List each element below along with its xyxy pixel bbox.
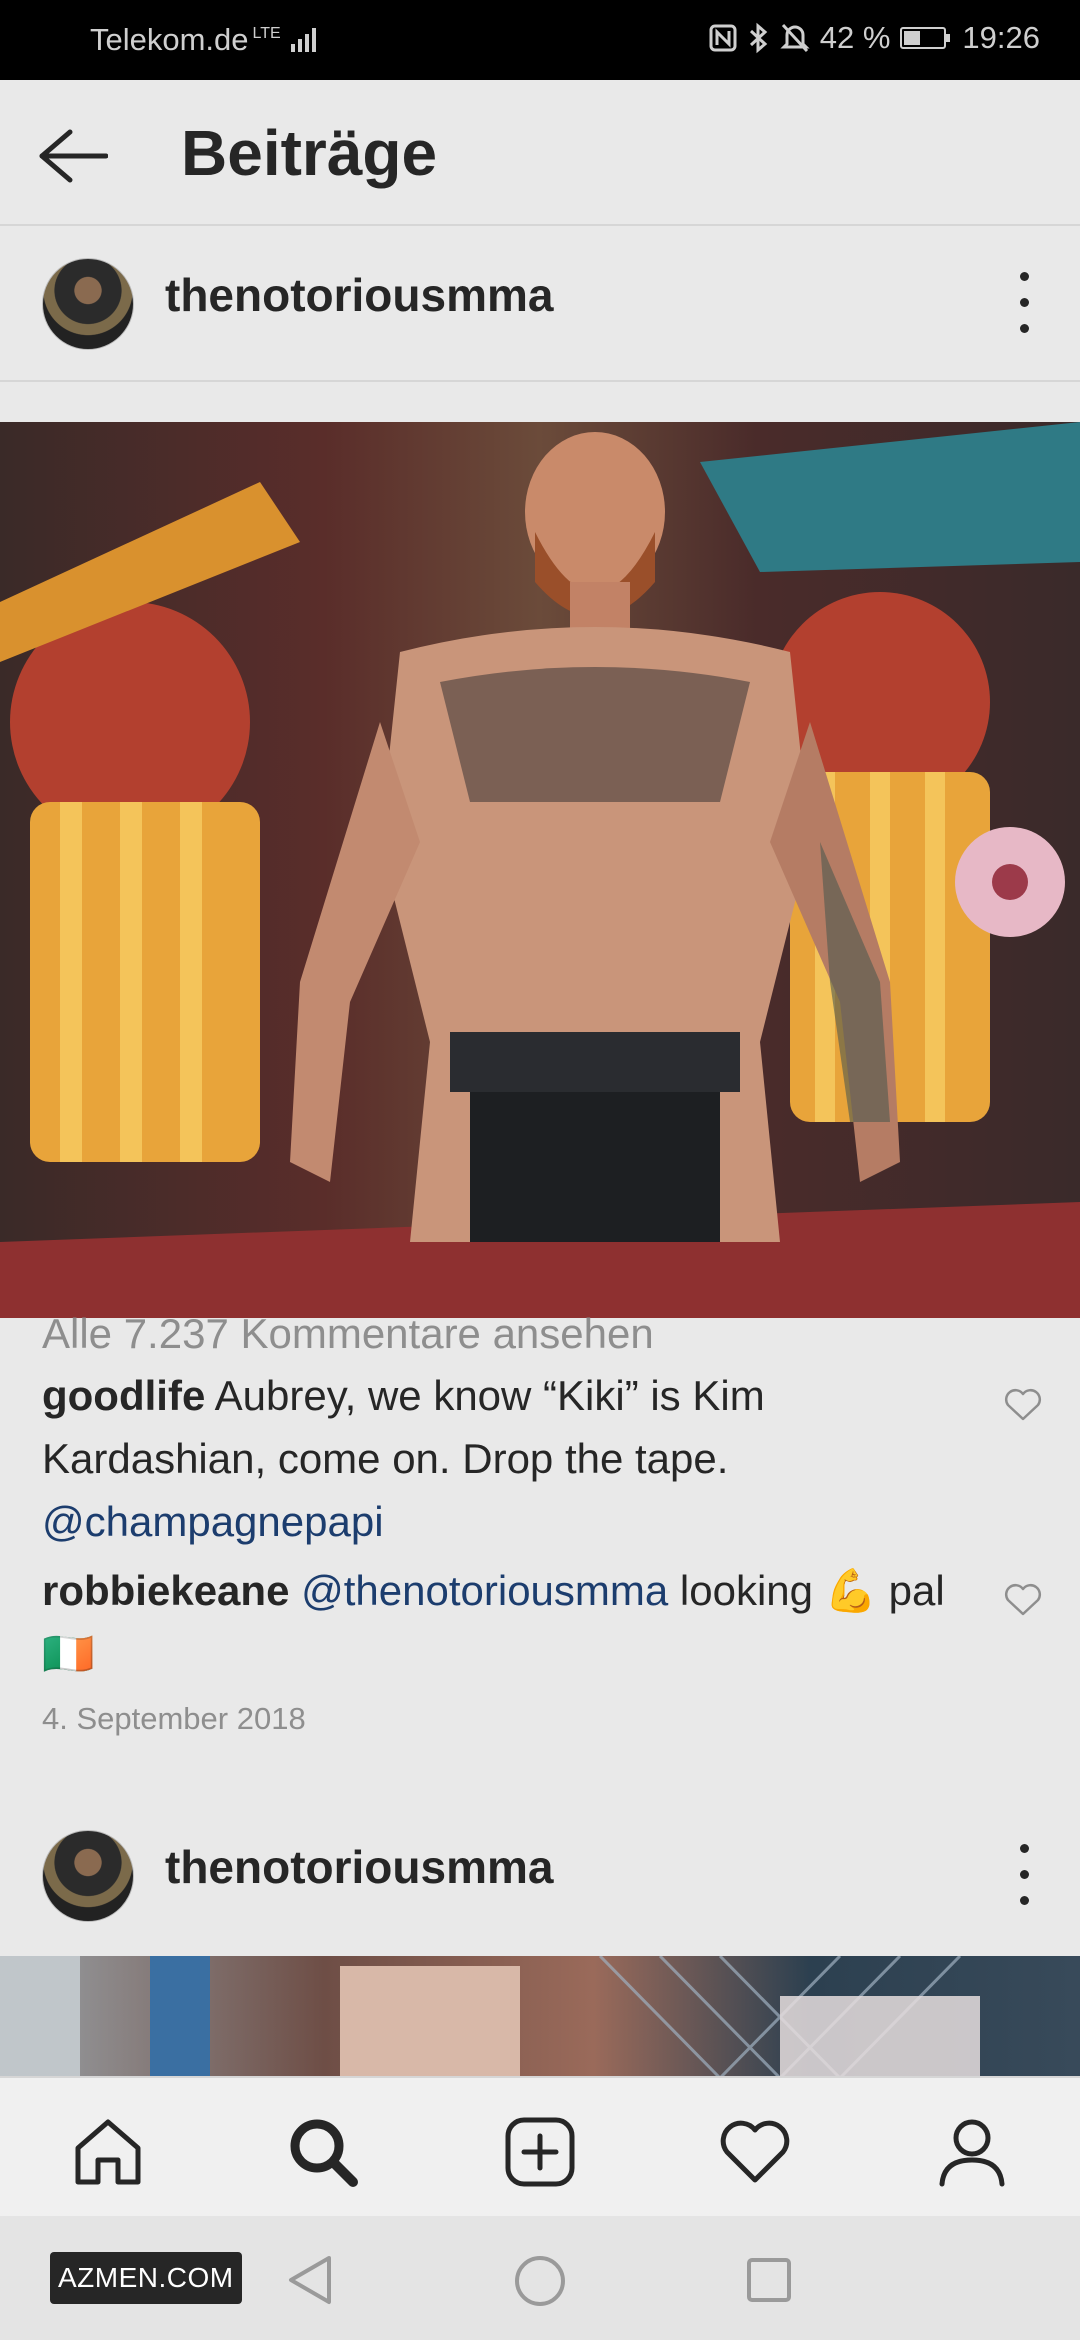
- comment-username[interactable]: robbiekeane: [42, 1567, 289, 1614]
- signal-icon: [291, 28, 317, 52]
- system-home-icon[interactable]: [513, 2254, 567, 2308]
- post-image[interactable]: [0, 1956, 1080, 2078]
- comments-section: Alle 7.237 Kommentare ansehen goodlife A…: [42, 1310, 1042, 1737]
- bluetooth-icon: [749, 22, 768, 54]
- more-options-icon[interactable]: [1010, 1840, 1040, 1910]
- post-photo-art: [0, 1956, 980, 2078]
- post-image[interactable]: [0, 422, 1080, 1318]
- system-recents-icon[interactable]: [745, 2256, 793, 2304]
- post-username[interactable]: thenotoriousmma: [165, 268, 553, 322]
- comment-text: [289, 1567, 301, 1614]
- like-comment-heart-icon[interactable]: [1004, 1583, 1042, 1617]
- view-all-comments-link[interactable]: Alle 7.237 Kommentare ansehen: [42, 1310, 1042, 1358]
- comment-item: robbiekeane @thenotoriousmma looking 💪 p…: [42, 1559, 1042, 1685]
- post-username[interactable]: thenotoriousmma: [165, 1840, 553, 1894]
- battery-icon: [900, 27, 951, 49]
- comment-mention[interactable]: @thenotoriousmma: [301, 1567, 668, 1614]
- comment-item: goodlife Aubrey, we know “Kiki” is Kim K…: [42, 1364, 1042, 1553]
- like-comment-heart-icon[interactable]: [1004, 1388, 1042, 1422]
- watermark: AZMEN.COM: [50, 2252, 242, 2304]
- search-icon[interactable]: [285, 2114, 361, 2190]
- heart-icon[interactable]: [717, 2114, 793, 2190]
- app-bar: Beiträge: [0, 80, 1080, 226]
- post-header: thenotoriousmma: [0, 228, 1080, 378]
- status-bar: Telekom.de LTE 42 % 19:26: [0, 0, 1080, 80]
- carrier-name: Telekom.de: [90, 22, 249, 57]
- clock: 19:26: [962, 20, 1040, 55]
- comment-username[interactable]: goodlife: [42, 1372, 205, 1419]
- avatar[interactable]: [42, 258, 134, 350]
- mute-bell-icon: [780, 23, 810, 53]
- post-photo-art: [0, 422, 1080, 1318]
- system-navigation-bar: AZMEN.COM: [0, 2216, 1080, 2340]
- page-title: Beiträge: [181, 117, 438, 189]
- back-arrow-icon[interactable]: [34, 124, 108, 188]
- nfc-icon: [709, 24, 737, 52]
- divider: [0, 380, 1080, 382]
- profile-icon[interactable]: [934, 2114, 1010, 2190]
- home-icon[interactable]: [70, 2114, 146, 2190]
- more-options-icon[interactable]: [1010, 268, 1040, 338]
- post-header: thenotoriousmma: [0, 1800, 1080, 1950]
- avatar[interactable]: [42, 1830, 134, 1922]
- carrier-label: Telekom.de LTE: [90, 22, 323, 58]
- bottom-navigation: [0, 2076, 1080, 2216]
- post-date: 4. September 2018: [42, 1701, 306, 1736]
- comment-mention[interactable]: @champagnepapi: [42, 1498, 384, 1545]
- network-type: LTE: [252, 25, 281, 42]
- battery-percent: 42 %: [819, 20, 891, 55]
- add-post-icon[interactable]: [502, 2114, 578, 2190]
- system-back-icon[interactable]: [285, 2254, 335, 2306]
